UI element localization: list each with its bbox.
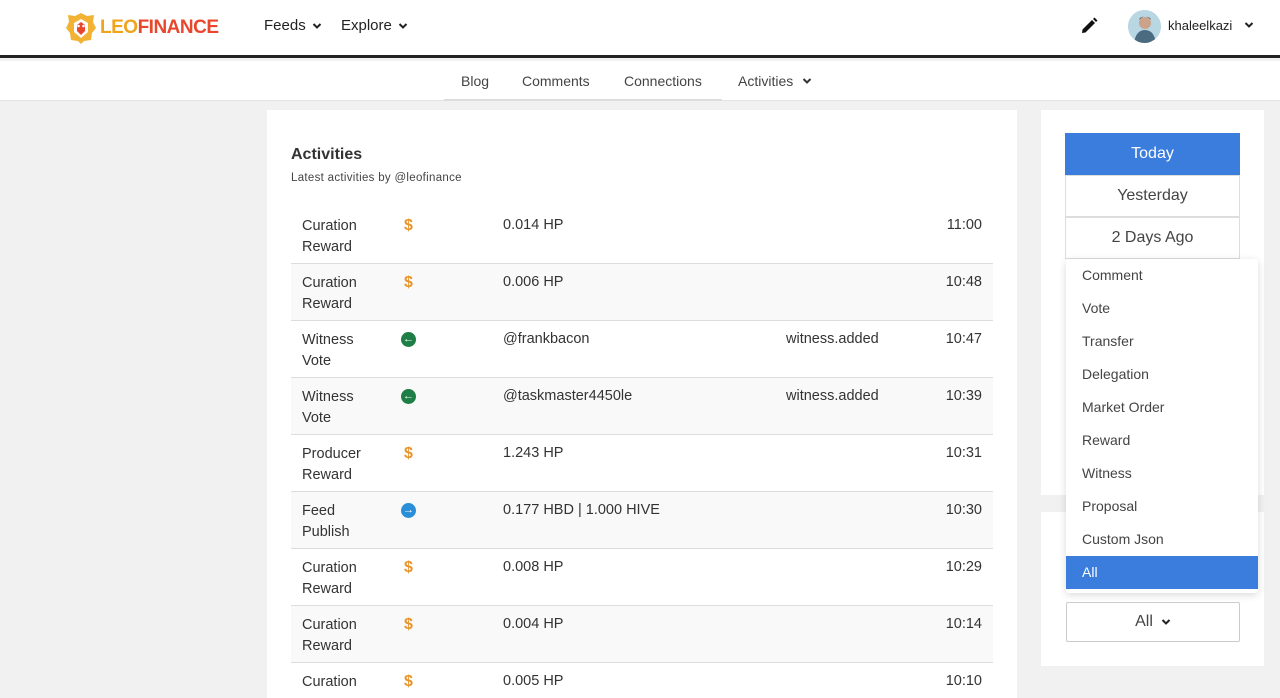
activity-type-select[interactable]: All [1066,602,1240,642]
filter-option-custom-json[interactable]: Custom Json [1066,523,1258,556]
explore-menu[interactable]: Explore [341,17,408,34]
filter-option-all[interactable]: All [1066,556,1258,589]
activity-detail[interactable]: @taskmaster4450le [503,388,632,404]
logo-finance-text: FINANCE [137,17,219,38]
activities-card: Activities Latest activities by @leofina… [267,110,1017,698]
activity-time: 10:31 [945,445,982,461]
filter-option-reward[interactable]: Reward [1066,424,1258,457]
feeds-label: Feeds [264,17,306,34]
activity-time: 10:10 [945,673,982,689]
activity-detail: 0.177 HBD | 1.000 HIVE [503,502,660,518]
tab-underline [444,99,722,101]
activity-type: Curation Reward [302,617,357,654]
chevron-down-icon [398,22,408,29]
profile-subnav: Blog Comments Connections Activities [0,61,1280,101]
activity-type: Witness Vote [302,389,354,426]
filter-option-delegation[interactable]: Delegation [1066,358,1258,391]
chevron-down-icon [1161,619,1171,625]
activity-extra: witness.added [786,331,879,347]
lion-logo-icon [66,13,96,44]
selected-filter-label: All [1135,613,1153,630]
activity-type: Producer Reward [302,446,361,483]
dollar-icon: $ [404,616,413,633]
yesterday-button[interactable]: Yesterday [1065,175,1240,217]
page-title: Activities [291,146,363,163]
table-row: Feed Publish → 0.177 HBD | 1.000 HIVE 10… [291,492,993,549]
tab-blog-label: Blog [461,73,490,89]
chevron-down-icon [803,78,812,84]
activity-type: Curation Reward [302,275,357,312]
activities-table: Curation Reward $ 0.014 HP 11:00 Curatio… [291,207,993,698]
dollar-icon: $ [404,445,413,462]
activity-detail[interactable]: @frankbacon [503,331,589,347]
filter-option-comment[interactable]: Comment [1066,259,1258,292]
logo-wordmark: LEOFINANCE [100,17,219,39]
filter-option-transfer[interactable]: Transfer [1066,325,1258,358]
tab-connections[interactable]: Connections [624,73,702,89]
activity-time: 10:39 [945,388,982,404]
dollar-icon: $ [404,559,413,576]
dollar-icon: $ [404,217,413,234]
activity-time: 10:30 [945,502,982,518]
activity-time: 11:00 [946,217,982,233]
activity-detail: 0.014 HP [503,217,564,233]
table-row: Curation Reward $ 0.006 HP 10:48 [291,264,993,321]
tab-activities-label: Activities [738,73,794,89]
dollar-icon: $ [404,673,413,690]
table-row: Curation $ 0.005 HP 10:10 [291,663,993,698]
tab-activities[interactable]: Activities [738,73,812,89]
filter-option-vote[interactable]: Vote [1066,292,1258,325]
table-row: Curation Reward $ 0.008 HP 10:29 [291,549,993,606]
filter-option-witness[interactable]: Witness [1066,457,1258,490]
user-photo-icon [1128,10,1161,43]
leofinance-logo[interactable]: LEOFINANCE [64,10,219,46]
activity-time: 10:47 [945,331,982,347]
table-row: Witness Vote ← @frankbacon witness.added… [291,321,993,378]
chevron-down-icon[interactable] [1244,20,1254,30]
activity-time: 10:48 [945,274,982,290]
activity-time: 10:29 [945,559,982,575]
activity-detail: 1.243 HP [503,445,564,461]
chevron-down-icon [312,22,321,29]
activity-type: Curation Reward [302,218,357,255]
tab-comments-label: Comments [522,73,590,89]
activity-type: Curation [302,674,357,690]
tab-comments[interactable]: Comments [522,73,590,89]
tab-blog[interactable]: Blog [461,73,489,89]
table-row: Curation Reward $ 0.014 HP 11:00 [291,207,993,264]
feeds-menu[interactable]: Feeds [264,17,322,34]
top-header: LEOFINANCE Feeds Explore khaleelkazi [0,0,1280,58]
filter-option-proposal[interactable]: Proposal [1066,490,1258,523]
logo-leo-text: LEO [100,17,138,38]
activity-time: 10:14 [945,616,982,632]
activity-extra: witness.added [786,388,879,404]
table-row: Curation Reward $ 0.004 HP 10:14 [291,606,993,663]
activity-detail: 0.008 HP [503,559,564,575]
username[interactable]: khaleelkazi [1168,18,1232,33]
activity-detail: 0.006 HP [503,274,564,290]
explore-label: Explore [341,17,392,34]
activity-type-dropdown: Comment Vote Transfer Delegation Market … [1066,259,1258,593]
activity-type: Feed Publish [302,503,350,540]
dollar-icon: $ [404,274,413,291]
pencil-icon[interactable] [1080,17,1098,35]
arrow-left-circle-icon: ← [401,389,416,404]
two-days-ago-button[interactable]: 2 Days Ago [1065,217,1240,259]
filter-option-market-order[interactable]: Market Order [1066,391,1258,424]
activity-type: Curation Reward [302,560,357,597]
avatar[interactable] [1128,10,1161,43]
tab-connections-label: Connections [624,73,702,89]
table-row: Witness Vote ← @taskmaster4450le witness… [291,378,993,435]
today-button[interactable]: Today [1065,133,1240,175]
activity-detail: 0.004 HP [503,616,564,632]
arrow-right-circle-icon: → [401,503,416,518]
page-subtitle: Latest activities by @leofinance [291,172,462,184]
activity-type: Witness Vote [302,332,354,369]
table-row: Producer Reward $ 1.243 HP 10:31 [291,435,993,492]
activity-detail: 0.005 HP [503,673,564,689]
arrow-left-circle-icon: ← [401,332,416,347]
